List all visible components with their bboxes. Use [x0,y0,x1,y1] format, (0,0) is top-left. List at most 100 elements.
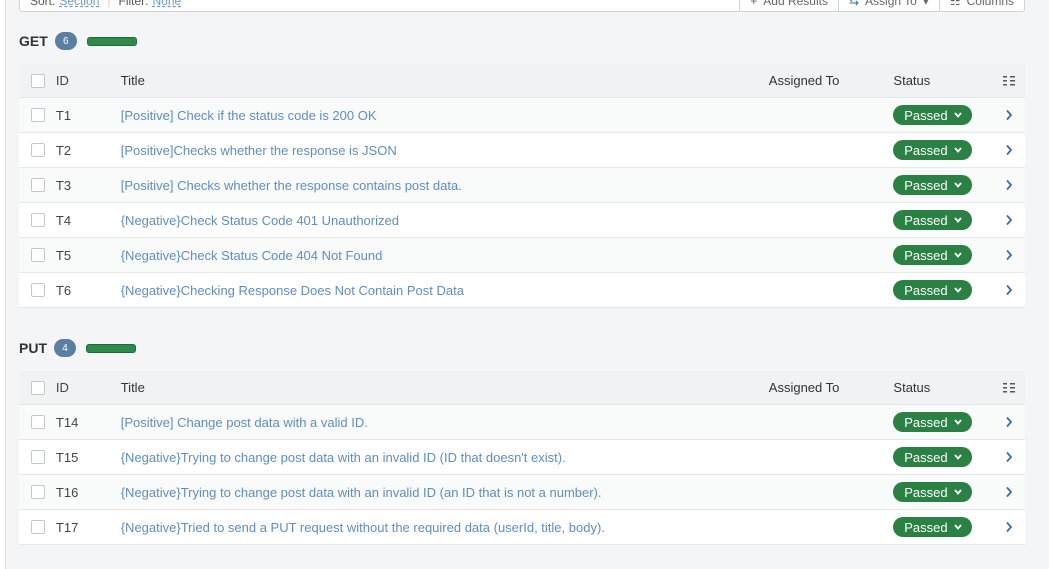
tests-table: ID Title Assigned To Status T14 [Positive… [19,371,1025,545]
test-id: T15 [55,449,79,465]
header-status[interactable]: Status [893,73,993,88]
test-title-link[interactable]: [Positive] Change post data with a valid… [121,415,769,430]
select-all-checkbox[interactable] [30,73,45,88]
status-dropdown[interactable]: Passed [893,175,973,195]
status-dropdown[interactable]: Passed [893,245,973,265]
chevron-down-icon [953,112,962,118]
row-checkbox[interactable] [30,248,45,262]
header-title[interactable]: Title [121,380,769,395]
column-settings-icon[interactable] [1002,382,1016,394]
chevron-right-icon[interactable] [1005,486,1013,498]
row-checkbox[interactable] [30,520,45,534]
chevron-down-icon [953,419,962,425]
table-row[interactable]: T6 {Negative}Checking Response Does Not C… [19,273,1025,308]
header-status[interactable]: Status [893,380,993,395]
row-checkbox[interactable] [30,485,45,499]
test-title-link[interactable]: {Negative}Check Status Code 404 Not Foun… [121,248,769,263]
chevron-right-icon[interactable] [1005,144,1013,156]
chevron-down-icon: ▾ [922,0,929,8]
row-checkbox[interactable] [30,213,45,227]
column-settings-icon[interactable] [1002,75,1016,87]
row-checkbox[interactable] [30,415,45,429]
test-title-link[interactable]: {Negative}Trying to change post data wit… [121,450,769,465]
chevron-right-icon[interactable] [1005,521,1013,533]
status-dropdown[interactable]: Passed [893,210,973,230]
row-checkbox[interactable] [30,450,45,464]
table-body: T14 [Positive] Change post data with a va… [19,405,1025,545]
test-title-link[interactable]: {Negative}Check Status Code 401 Unauthor… [121,213,769,228]
row-checkbox[interactable] [30,143,45,157]
test-run-panel: Sort: Section | Filter: None + Add Resul… [5,0,1049,569]
chevron-down-icon [953,182,962,188]
select-all-checkbox[interactable] [30,380,45,395]
status-label: Passed [904,247,948,263]
status-label: Passed [904,484,948,500]
status-label: Passed [904,177,948,193]
chevron-right-icon[interactable] [1005,284,1013,296]
table-row[interactable]: T16 {Negative}Trying to change post data … [19,475,1025,510]
status-label: Passed [904,212,948,228]
assign-to-button[interactable]: ⇆ Assign To ▾ [837,0,939,11]
chevron-down-icon [953,454,962,460]
divider: | [107,0,111,8]
row-checkbox[interactable] [30,283,45,297]
chevron-right-icon[interactable] [1005,451,1013,463]
sort-label: Sort: [30,0,56,8]
table-row[interactable]: T17 {Negative}Tried to send a PUT request… [19,510,1025,545]
progress-bar [86,343,136,353]
assign-to-label: Assign To [865,0,917,8]
table-row[interactable]: T15 {Negative}Trying to change post data … [19,440,1025,475]
status-dropdown[interactable]: Passed [893,447,973,467]
table-row[interactable]: T1 [Positive] Check if the status code is… [19,98,1025,133]
status-label: Passed [904,107,948,123]
test-title-link[interactable]: {Negative}Checking Response Does Not Con… [121,283,769,298]
chevron-right-icon[interactable] [1005,249,1013,261]
header-assigned-to[interactable]: Assigned To [769,380,894,395]
chevron-right-icon[interactable] [1005,416,1013,428]
table-row[interactable]: T5 {Negative}Check Status Code 404 Not Fo… [19,238,1025,273]
header-title[interactable]: Title [121,73,769,88]
test-id: T3 [55,177,72,193]
section-title[interactable]: GET [19,33,48,49]
count-badge: 6 [54,32,77,50]
row-checkbox[interactable] [30,178,45,192]
add-results-button[interactable]: + Add Results [739,0,838,11]
chevron-down-icon [953,489,962,495]
columns-button[interactable]: ☷ Columns [938,0,1024,11]
progress-bar [86,36,137,46]
chevron-right-icon[interactable] [1005,179,1013,191]
tests-table: ID Title Assigned To Status T1 [Positive]… [19,64,1025,308]
test-id: T17 [55,519,79,535]
test-id: T16 [55,484,79,500]
chevron-right-icon[interactable] [1005,214,1013,226]
test-title-link[interactable]: [Positive] Check if the status code is 2… [121,108,769,123]
header-assigned-to[interactable]: Assigned To [769,73,894,88]
chevron-down-icon [953,252,962,258]
status-dropdown[interactable]: Passed [893,412,973,432]
chevron-down-icon [953,217,962,223]
table-row[interactable]: T3 [Positive] Checks whether the response… [19,168,1025,203]
status-dropdown[interactable]: Passed [893,517,973,537]
status-dropdown[interactable]: Passed [893,280,973,300]
filter-link[interactable]: None [153,0,182,8]
status-dropdown[interactable]: Passed [893,105,973,125]
section-title[interactable]: PUT [19,340,47,356]
status-dropdown[interactable]: Passed [893,482,973,502]
header-id[interactable]: ID [55,380,121,395]
table-header: ID Title Assigned To Status [19,64,1025,98]
status-label: Passed [904,449,948,465]
status-label: Passed [904,282,948,298]
table-row[interactable]: T4 {Negative}Check Status Code 401 Unauth… [19,203,1025,238]
chevron-right-icon[interactable] [1005,109,1013,121]
row-checkbox[interactable] [30,108,45,122]
status-dropdown[interactable]: Passed [893,140,973,160]
test-title-link[interactable]: [Positive]Checks whether the response is… [121,143,769,158]
test-title-link[interactable]: {Negative}Trying to change post data wit… [121,485,769,500]
sort-link[interactable]: Section [59,0,99,8]
header-id[interactable]: ID [55,73,121,88]
table-row[interactable]: T14 [Positive] Change post data with a va… [19,405,1025,440]
test-title-link[interactable]: {Negative}Tried to send a PUT request wi… [121,520,769,535]
columns-label: Columns [966,0,1014,8]
table-row[interactable]: T2 [Positive]Checks whether the response … [19,133,1025,168]
test-title-link[interactable]: [Positive] Checks whether the response c… [121,178,769,193]
